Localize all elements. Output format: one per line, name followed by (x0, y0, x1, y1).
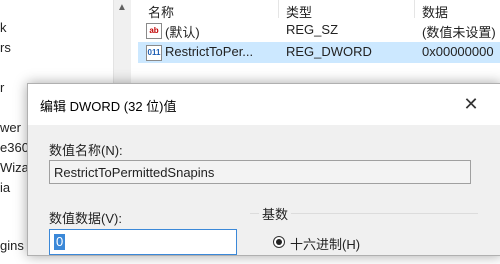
row-type: REG_SZ (286, 22, 339, 37)
tree-item[interactable]: k (0, 20, 7, 35)
list-row-selected[interactable]: 011 RestrictToPer... REG_DWORD 0x0000000… (138, 42, 500, 63)
value-data-label: 数值数据(V): (49, 211, 122, 226)
value-data-text: 0 (54, 234, 66, 250)
column-divider[interactable] (278, 0, 279, 18)
scroll-up-icon[interactable]: ▲ (117, 2, 127, 13)
hex-radio[interactable] (273, 236, 285, 248)
binary-value-icon: 011 (146, 45, 162, 61)
hex-radio-label[interactable]: 十六进制(H) (290, 234, 360, 253)
base-label: 基数 (259, 204, 292, 223)
row-type: REG_DWORD (286, 44, 372, 59)
dialog-title: 编辑 DWORD (32 位)值 (40, 99, 177, 114)
value-data-input[interactable]: 0 (49, 229, 237, 255)
row-data: (数值未设置) (422, 25, 496, 40)
column-header-name[interactable]: 名称 (148, 2, 174, 21)
value-list[interactable]: 名称 类型 数据 ab (默认) REG_SZ (数值未设置) 011 Rest… (138, 0, 500, 70)
row-name: RestrictToPer... (165, 44, 254, 59)
string-value-icon: ab (146, 23, 162, 39)
edit-dword-dialog: 编辑 DWORD (32 位)值 ✕ 数值名称(N): RestrictToPe… (27, 83, 500, 256)
list-row-default[interactable]: ab (默认) REG_SZ (数值未设置) (138, 20, 500, 41)
row-data: 0x00000000 (422, 44, 494, 59)
column-divider[interactable] (414, 0, 415, 18)
tree-item[interactable]: rs (0, 40, 11, 55)
dialog-titlebar[interactable]: 编辑 DWORD (32 位)值 ✕ (28, 84, 500, 125)
tree-item[interactable]: wer (0, 120, 21, 135)
column-header-data[interactable]: 数据 (422, 2, 448, 21)
row-name: (默认) (165, 25, 200, 40)
close-icon[interactable]: ✕ (458, 91, 484, 117)
tree-item[interactable]: gins (0, 238, 24, 253)
tree-item[interactable]: r (0, 80, 4, 95)
tree-item[interactable]: ia (0, 180, 10, 195)
value-name-field: RestrictToPermittedSnapins (49, 160, 471, 184)
tree-item[interactable]: e360 (0, 140, 29, 155)
column-header-type[interactable]: 类型 (286, 2, 312, 21)
value-name-label: 数值名称(N): (49, 143, 123, 158)
